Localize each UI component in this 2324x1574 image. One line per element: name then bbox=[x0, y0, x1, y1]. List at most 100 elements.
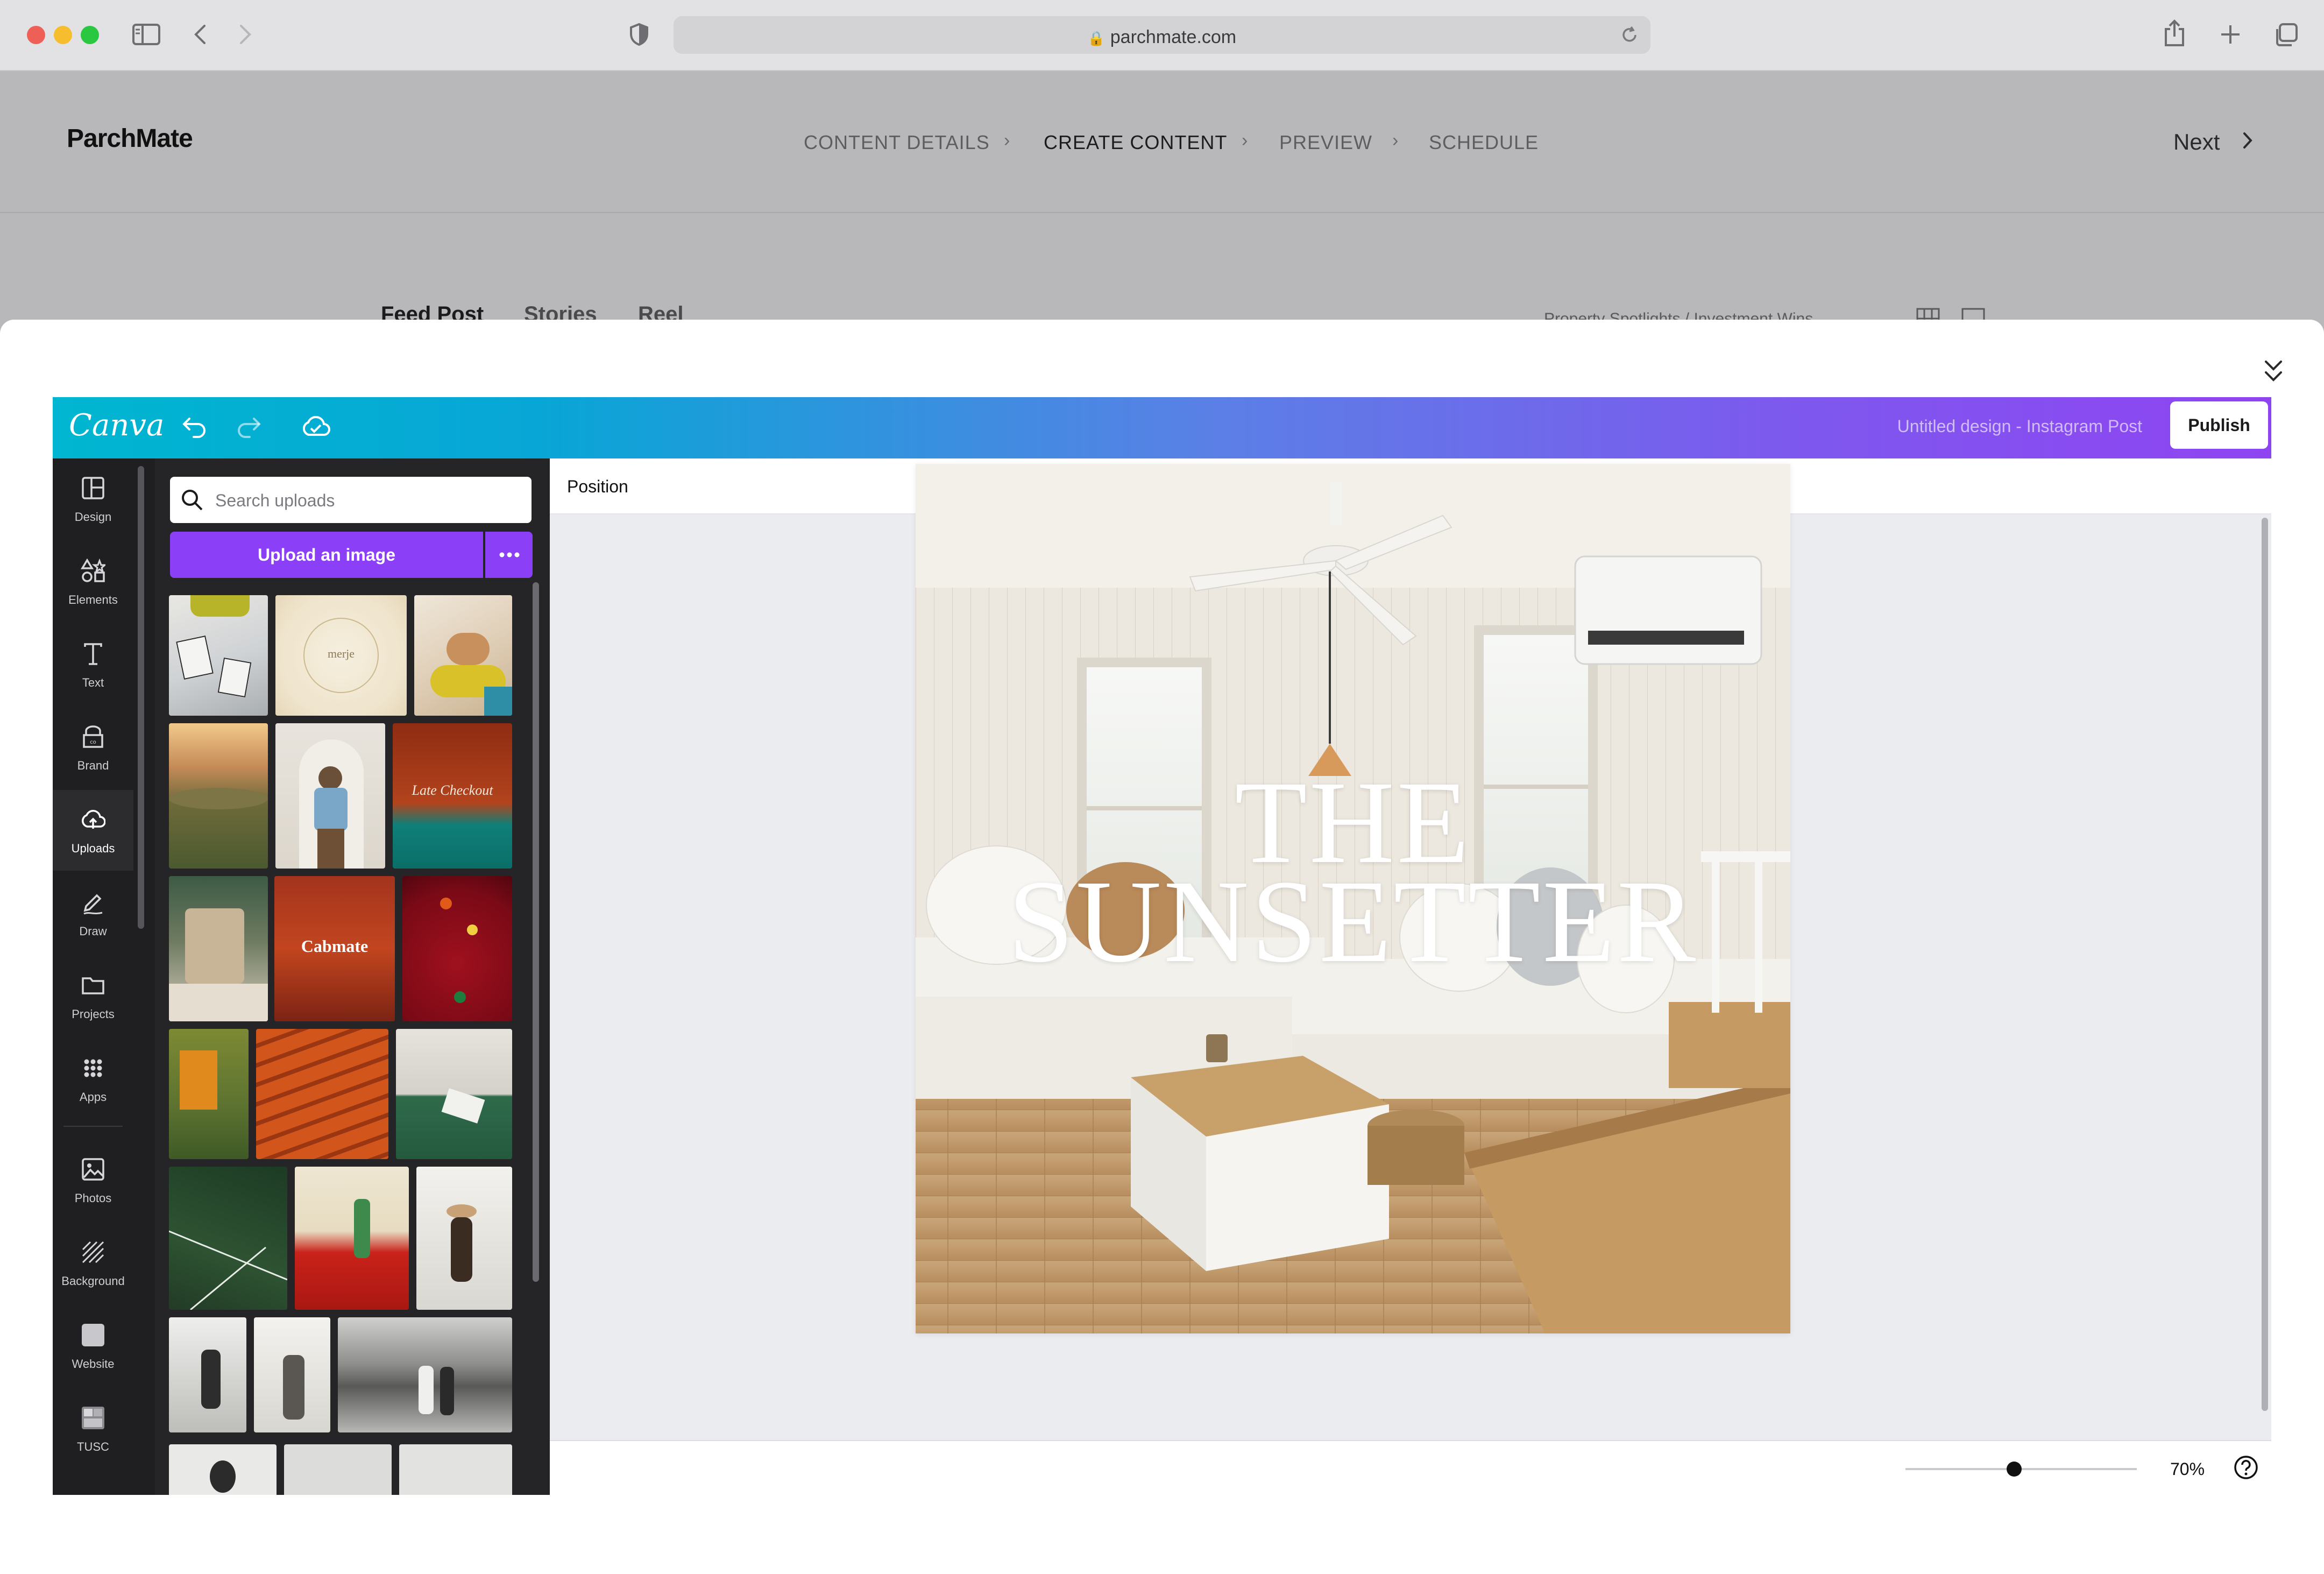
zoom-percentage[interactable]: 70% bbox=[2170, 1459, 2205, 1479]
checkout-thumbnail-text: Late Checkout bbox=[412, 782, 493, 798]
rail-item-projects[interactable]: Projects bbox=[53, 956, 133, 1036]
step-schedule[interactable]: SCHEDULE bbox=[1429, 131, 1539, 154]
apps-grid-icon bbox=[81, 1056, 105, 1081]
brand-icon: co bbox=[81, 724, 105, 749]
privacy-shield-icon[interactable] bbox=[629, 23, 649, 46]
upload-thumbnail[interactable] bbox=[275, 723, 385, 869]
rail-label: Design bbox=[74, 510, 112, 524]
design-canvas-page[interactable]: THE SUNSETTER bbox=[916, 464, 1790, 1333]
rail-label: Elements bbox=[68, 593, 118, 606]
more-options-button[interactable] bbox=[485, 532, 533, 578]
upload-thumbnail[interactable] bbox=[169, 876, 268, 1021]
canva-logo[interactable]: Canva bbox=[69, 408, 164, 443]
upload-thumbnail[interactable] bbox=[169, 1029, 249, 1159]
rail-item-apps[interactable]: Apps bbox=[53, 1039, 133, 1119]
rail-item-draw[interactable]: Draw bbox=[53, 873, 133, 954]
upload-thumbnail[interactable] bbox=[414, 595, 512, 716]
rail-label: Website bbox=[72, 1357, 115, 1371]
upload-thumbnail[interactable] bbox=[399, 1444, 512, 1495]
share-icon[interactable] bbox=[2164, 19, 2185, 47]
help-icon[interactable] bbox=[2234, 1455, 2258, 1480]
workspace-scrollbar[interactable] bbox=[2262, 518, 2268, 1411]
upload-image-button[interactable]: Upload an image bbox=[170, 532, 483, 578]
rail-item-design[interactable]: Design bbox=[53, 458, 133, 539]
upload-thumbnail[interactable] bbox=[295, 1167, 409, 1310]
step-separator-icon: › bbox=[1242, 130, 1248, 151]
upload-thumbnail[interactable] bbox=[169, 1167, 287, 1310]
shapes-icon bbox=[81, 559, 105, 583]
upload-thumbnail[interactable] bbox=[284, 1444, 392, 1495]
new-tab-icon[interactable] bbox=[2220, 24, 2241, 45]
cloud-upload-icon bbox=[81, 807, 105, 832]
upload-thumbnail[interactable] bbox=[169, 1444, 277, 1495]
panel-scrollbar[interactable] bbox=[533, 582, 539, 1282]
canva-topbar: Canva Untitled design - Instagram Post P… bbox=[53, 397, 2271, 458]
upload-thumbnail[interactable] bbox=[402, 876, 512, 1021]
cloud-saved-icon[interactable] bbox=[301, 415, 330, 437]
minimize-window-button[interactable] bbox=[54, 26, 72, 44]
rail-item-photos[interactable]: Photos bbox=[53, 1140, 133, 1220]
back-icon[interactable] bbox=[194, 24, 207, 45]
step-content-details[interactable]: CONTENT DETAILS bbox=[804, 131, 990, 154]
upload-thumbnail[interactable]: Cabmate bbox=[274, 876, 395, 1021]
design-title[interactable]: Untitled design - Instagram Post bbox=[1897, 417, 2142, 436]
website-icon bbox=[81, 1323, 105, 1347]
upload-thumbnail[interactable] bbox=[169, 1317, 246, 1432]
upload-thumbnail[interactable]: Late Checkout bbox=[393, 723, 512, 869]
rail-label: Projects bbox=[72, 1007, 115, 1021]
rail-label: Uploads bbox=[71, 842, 115, 855]
zoom-slider-handle[interactable] bbox=[2007, 1462, 2022, 1477]
image-icon bbox=[81, 1157, 105, 1182]
editor-footer: 70% bbox=[550, 1440, 2271, 1495]
step-create-content[interactable]: CREATE CONTENT bbox=[1044, 131, 1227, 154]
next-button[interactable]: Next bbox=[2173, 129, 2220, 155]
rail-item-background[interactable]: Background bbox=[53, 1223, 133, 1303]
lock-icon: 🔒 bbox=[1087, 30, 1106, 46]
position-button[interactable]: Position bbox=[567, 477, 628, 497]
forward-icon[interactable] bbox=[239, 24, 252, 45]
chevron-right-icon[interactable] bbox=[2242, 131, 2253, 150]
upload-thumbnail[interactable] bbox=[169, 595, 268, 716]
search-icon bbox=[181, 489, 203, 511]
zoom-window-button[interactable] bbox=[81, 26, 99, 44]
rail-label: Brand bbox=[77, 759, 109, 772]
upload-thumbnail[interactable] bbox=[254, 1317, 330, 1432]
undo-icon[interactable] bbox=[182, 414, 208, 438]
address-bar[interactable]: 🔒 parchmate.com bbox=[674, 16, 1650, 54]
step-preview[interactable]: PREVIEW bbox=[1279, 131, 1372, 154]
rail-item-text[interactable]: Text bbox=[53, 624, 133, 705]
reload-icon[interactable] bbox=[1620, 26, 1639, 44]
upload-thumbnail[interactable] bbox=[338, 1317, 512, 1432]
side-rail: Design Elements Text co Brand Uploads Dr… bbox=[53, 458, 155, 1495]
rail-label: Text bbox=[82, 676, 104, 689]
app-header: ParchMate CONTENT DETAILS › CREATE CONTE… bbox=[0, 71, 2324, 213]
cabmate-thumbnail-text: Cabmate bbox=[301, 936, 369, 956]
rail-item-website[interactable]: Website bbox=[53, 1305, 133, 1386]
layout-icon bbox=[81, 476, 105, 500]
upload-thumbnail[interactable] bbox=[256, 1029, 388, 1159]
upload-thumbnail[interactable]: merje bbox=[275, 595, 407, 716]
rail-item-elements[interactable]: Elements bbox=[53, 541, 133, 622]
rail-scrollbar[interactable] bbox=[138, 466, 144, 929]
rail-label: Background bbox=[61, 1274, 125, 1288]
close-window-button[interactable] bbox=[27, 26, 45, 44]
collapse-chevron-icon[interactable] bbox=[2263, 358, 2284, 384]
publish-button[interactable]: Publish bbox=[2170, 401, 2268, 449]
upload-thumbnail[interactable] bbox=[169, 723, 268, 869]
rail-item-uploads[interactable]: Uploads bbox=[53, 790, 133, 871]
rail-item-brand[interactable]: co Brand bbox=[53, 707, 133, 788]
rail-label: Apps bbox=[79, 1090, 107, 1104]
svg-text:co: co bbox=[90, 739, 96, 745]
upload-thumbnail[interactable] bbox=[396, 1029, 512, 1159]
upload-thumbnail[interactable] bbox=[416, 1167, 512, 1310]
browser-toolbar: 🔒 parchmate.com bbox=[0, 0, 2324, 71]
design-title-line2[interactable]: SUNSETTER bbox=[916, 853, 1790, 990]
brand-logo[interactable]: ParchMate bbox=[67, 124, 193, 153]
rail-item-tusc[interactable]: TUSC bbox=[53, 1388, 133, 1469]
redo-icon[interactable] bbox=[236, 414, 261, 438]
sidebar-toggle-icon[interactable] bbox=[132, 24, 160, 45]
tab-overview-icon[interactable] bbox=[2273, 23, 2298, 47]
pen-icon bbox=[81, 890, 105, 915]
search-input[interactable]: Search uploads bbox=[170, 477, 532, 523]
search-placeholder: Search uploads bbox=[215, 491, 335, 510]
